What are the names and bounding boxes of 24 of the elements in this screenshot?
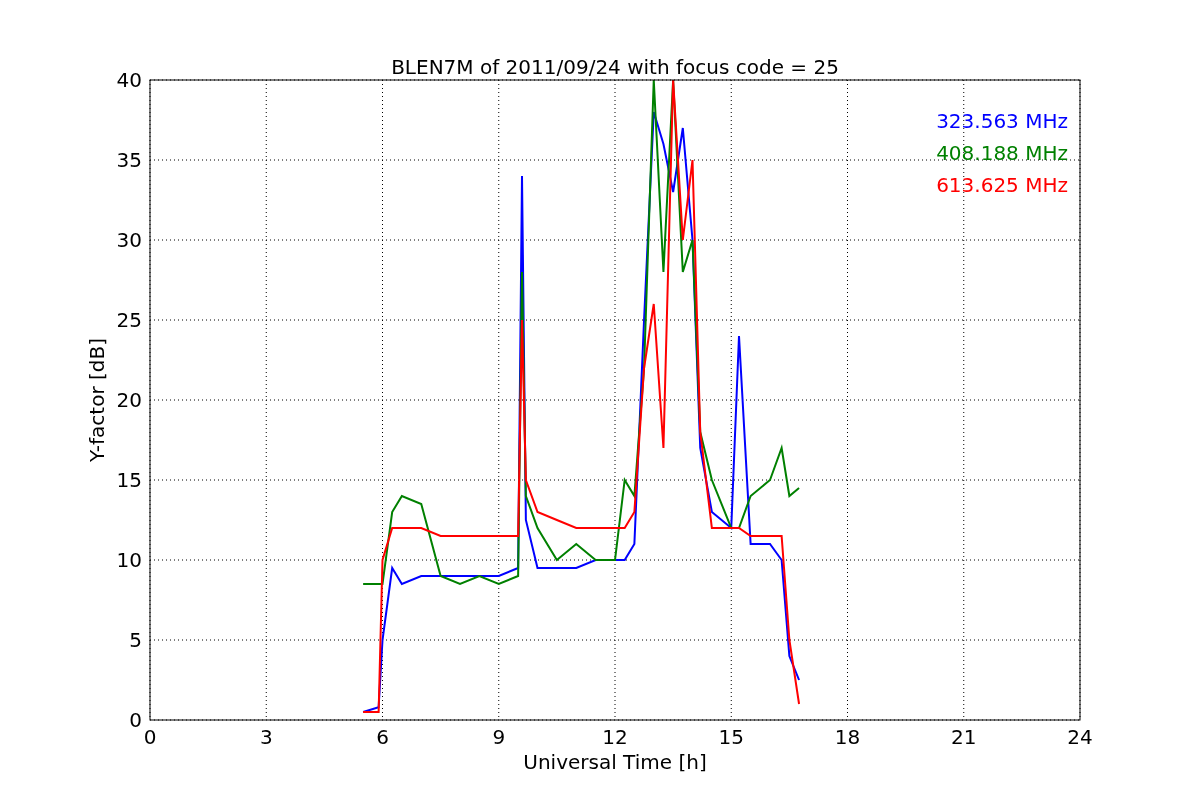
legend-label: 408.188 MHz bbox=[936, 141, 1068, 165]
y-tick-label: 40 bbox=[116, 68, 142, 92]
y-tick-label: 20 bbox=[116, 388, 142, 412]
x-tick-label: 6 bbox=[376, 725, 389, 749]
x-tick-label: 12 bbox=[602, 725, 628, 749]
y-tick-label: 15 bbox=[116, 468, 142, 492]
x-tick-label: 3 bbox=[259, 725, 273, 749]
y-tick-label: 35 bbox=[116, 148, 142, 172]
chart-title: BLEN7M of 2011/09/24 with focus code = 25 bbox=[391, 55, 839, 79]
x-axis-title: Universal Time [h] bbox=[523, 750, 707, 774]
x-tick-label: 18 bbox=[834, 725, 861, 749]
y-axis-title: Y-factor [dB] bbox=[85, 338, 109, 462]
legend-label: 323.563 MHz bbox=[936, 109, 1068, 133]
x-tick-label: 15 bbox=[718, 725, 744, 749]
legend-label: 613.625 MHz bbox=[936, 173, 1068, 197]
x-tick-label: 24 bbox=[1067, 725, 1093, 749]
y-tick-label: 10 bbox=[116, 548, 142, 572]
x-tick-label: 21 bbox=[951, 725, 977, 749]
y-tick-label: 5 bbox=[129, 628, 142, 652]
y-tick-label: 0 bbox=[129, 708, 142, 732]
y-tick-label: 25 bbox=[116, 308, 142, 332]
x-tick-label: 0 bbox=[143, 725, 157, 749]
x-tick-label: 9 bbox=[492, 725, 506, 749]
y-tick-label: 30 bbox=[116, 228, 142, 252]
